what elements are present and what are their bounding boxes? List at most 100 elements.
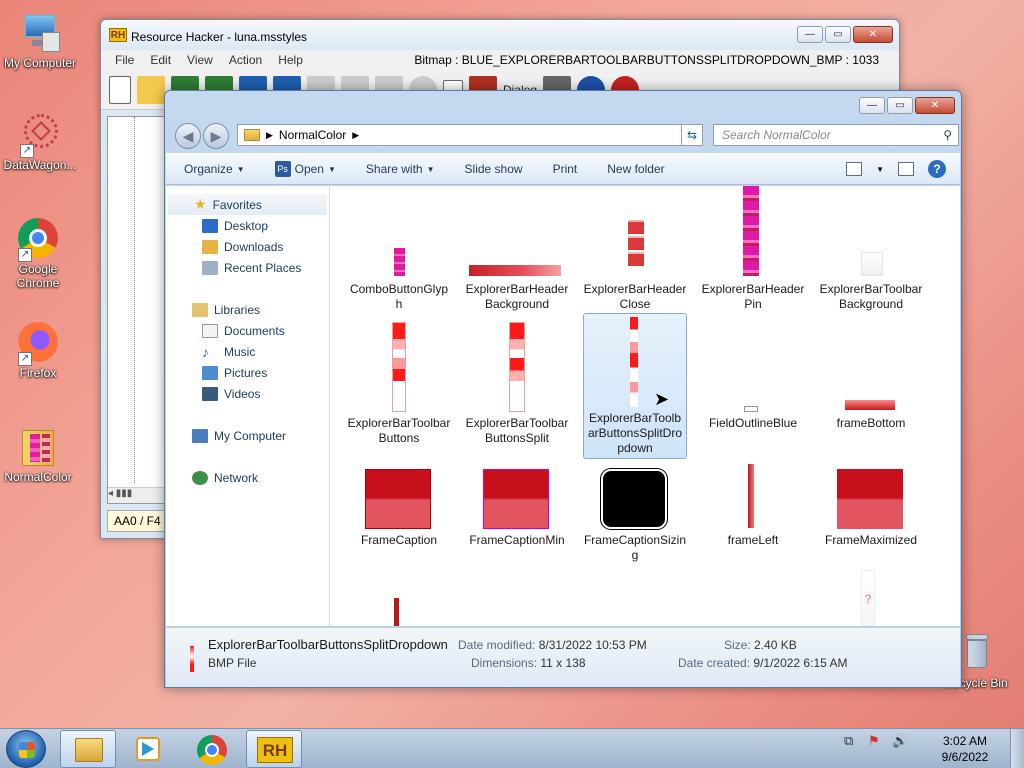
show-desktop-button[interactable] bbox=[1010, 729, 1024, 768]
change-view-icon[interactable] bbox=[846, 162, 863, 176]
bitmap-thumbnail bbox=[483, 469, 549, 529]
menu-file[interactable]: File bbox=[107, 53, 142, 67]
desktop-icon-firefox[interactable]: ↗ Firefox bbox=[0, 320, 78, 380]
file-item[interactable]: ExplorerBarToolbarBackground bbox=[819, 244, 923, 319]
maximize-icon[interactable]: ▭ bbox=[887, 97, 913, 114]
details-pane: ExplorerBarToolbarButtonsSplitDropdown B… bbox=[166, 627, 960, 687]
network-icon[interactable]: ⧉ bbox=[844, 733, 860, 749]
desktop-icon-datawagon[interactable]: ↗ DataWagon... bbox=[0, 112, 80, 172]
nav-documents[interactable]: Documents bbox=[166, 320, 329, 341]
details-size: Size: 2.40 KB bbox=[724, 638, 797, 652]
taskbar-chrome[interactable] bbox=[184, 730, 240, 768]
nav-downloads[interactable]: Downloads bbox=[166, 236, 329, 257]
close-icon[interactable]: ✕ bbox=[915, 97, 955, 114]
file-item[interactable]: FrameCaptionSizing bbox=[583, 466, 687, 566]
menu-edit[interactable]: Edit bbox=[142, 53, 179, 67]
nav-videos[interactable]: Videos bbox=[166, 383, 329, 404]
videos-icon bbox=[202, 386, 218, 401]
breadcrumb-arrow-icon[interactable]: ▶ bbox=[266, 130, 273, 141]
menu-help[interactable]: Help bbox=[270, 53, 311, 67]
back-button[interactable]: ◀ bbox=[175, 123, 201, 149]
taskbar-resource-hacker[interactable]: RH bbox=[246, 730, 302, 768]
print-button[interactable]: Print bbox=[553, 162, 578, 176]
datawagon-icon: ↗ bbox=[18, 112, 62, 158]
open-folder-icon[interactable] bbox=[137, 75, 165, 104]
bitmap-thumbnail bbox=[394, 248, 405, 276]
menu-view[interactable]: View bbox=[179, 53, 221, 67]
file-item[interactable]: FrameCaptionMin bbox=[465, 466, 569, 566]
file-item[interactable]: frameBottom bbox=[819, 322, 923, 454]
action-center-flag-icon[interactable]: ⚑ bbox=[868, 733, 884, 749]
shortcut-arrow-icon: ↗ bbox=[20, 144, 34, 158]
navigation-pane[interactable]: ★ Favorites Desktop Downloads Recent Plac… bbox=[166, 186, 330, 626]
clock[interactable]: 3:02 AM 9/6/2022 bbox=[930, 733, 1000, 765]
rh-window-title: Resource Hacker - luna.msstyles bbox=[131, 30, 308, 44]
file-item[interactable]: ExplorerBarHeaderClose bbox=[583, 220, 687, 319]
close-icon[interactable]: ✕ bbox=[853, 26, 893, 43]
nav-favorites[interactable]: ★ Favorites bbox=[168, 194, 327, 215]
rh-titlebar[interactable]: RH Resource Hacker - luna.msstyles — ▭ ✕ bbox=[101, 20, 899, 50]
libraries-icon bbox=[192, 302, 208, 317]
start-button[interactable] bbox=[6, 730, 46, 768]
desktop-icon-my-computer[interactable]: My Computer bbox=[0, 10, 80, 70]
menu-action[interactable]: Action bbox=[221, 53, 270, 67]
desktop-icon-normalcolor[interactable]: NormalColor bbox=[0, 424, 78, 484]
taskbar-media-player[interactable] bbox=[120, 730, 176, 768]
open-button[interactable]: Ps Open ▼ bbox=[274, 161, 336, 177]
bitmap-thumbnail bbox=[365, 469, 431, 529]
rh-resource-tree[interactable]: ◂ ▮▮▮ bbox=[107, 116, 167, 504]
file-item[interactable]: frameLeft bbox=[701, 464, 805, 566]
rh-status-bar: AA0 / F4 bbox=[107, 510, 167, 532]
nav-network[interactable]: Network bbox=[166, 467, 329, 488]
dropdown-arrow-icon: ▼ bbox=[236, 164, 245, 174]
refresh-button[interactable]: ⇆ bbox=[681, 124, 703, 146]
file-item[interactable]: ExplorerBarHeaderBackground bbox=[465, 244, 569, 319]
bitmap-thumbnail bbox=[861, 252, 883, 276]
file-item[interactable]: FrameCaption bbox=[347, 466, 451, 566]
file-item[interactable]: ExplorerBarToolbarButtons bbox=[347, 322, 451, 454]
details-file-type: BMP File bbox=[208, 656, 257, 670]
slide-show-button[interactable]: Slide show bbox=[465, 162, 523, 176]
file-item[interactable]: ComboButtonGlyph bbox=[347, 244, 451, 319]
file-item[interactable]: FrameMaximized bbox=[819, 466, 923, 566]
maximize-icon[interactable]: ▭ bbox=[825, 26, 851, 43]
details-dimensions: Dimensions: 11 x 138 bbox=[471, 656, 586, 670]
file-item[interactable]: ExplorerBarHeaderPin bbox=[701, 186, 805, 319]
address-bar[interactable]: ▶ NormalColor ▶ ▼ bbox=[237, 124, 703, 146]
share-with-button[interactable]: Share with ▼ bbox=[366, 162, 435, 176]
explorer-window[interactable]: — ▭ ✕ ◀ ▶ ▶ NormalColor ▶ ▼ ⇆ Search Nor… bbox=[164, 90, 962, 688]
file-item-selected[interactable]: ExplorerBarToolbarButtonsSplitDropdown ➤ bbox=[583, 313, 687, 459]
organize-button[interactable]: Organize ▼ bbox=[184, 162, 245, 176]
volume-icon[interactable]: 🔊 bbox=[892, 733, 908, 749]
nav-music[interactable]: ♪ Music bbox=[166, 341, 329, 362]
downloads-folder-icon bbox=[202, 239, 218, 254]
nav-desktop[interactable]: Desktop bbox=[166, 215, 329, 236]
breadcrumb-arrow-icon[interactable]: ▶ bbox=[352, 130, 359, 141]
nav-pictures[interactable]: Pictures bbox=[166, 362, 329, 383]
system-tray: ⧉ ⚑ 🔊 bbox=[844, 733, 908, 749]
help-icon[interactable]: ? bbox=[928, 160, 946, 178]
forward-button[interactable]: ▶ bbox=[203, 123, 229, 149]
taskbar-explorer[interactable] bbox=[60, 730, 116, 768]
new-file-icon[interactable] bbox=[109, 75, 131, 104]
file-item[interactable]: ExplorerBarToolbarButtonsSplit bbox=[465, 322, 569, 454]
minimize-icon[interactable]: — bbox=[859, 97, 885, 114]
nav-libraries[interactable]: Libraries bbox=[166, 299, 329, 320]
view-dropdown-icon[interactable]: ▼ bbox=[876, 165, 884, 174]
search-icon[interactable]: ⚲ bbox=[943, 125, 952, 145]
preview-pane-icon[interactable] bbox=[898, 162, 914, 176]
explorer-titlebar[interactable]: — ▭ ✕ bbox=[165, 91, 961, 121]
search-input[interactable]: Search NormalColor ⚲ bbox=[713, 124, 959, 146]
minimize-icon[interactable]: — bbox=[797, 26, 823, 43]
breadcrumb-normalcolor[interactable]: NormalColor bbox=[279, 128, 346, 142]
desktop-icon-google-chrome[interactable]: ↗ Google Chrome bbox=[0, 216, 78, 290]
clock-date: 9/6/2022 bbox=[941, 750, 989, 764]
file-list[interactable]: ComboButtonGlyph ExplorerBarHeaderBackgr… bbox=[331, 186, 944, 626]
file-item[interactable]: FieldOutlineBlue bbox=[701, 322, 805, 454]
nav-recent-places[interactable]: Recent Places bbox=[166, 257, 329, 278]
nav-my-computer[interactable]: My Computer bbox=[166, 425, 329, 446]
bitmap-resource-label: Bitmap : BLUE_EXPLORERBARTOOLBARBUTTONSS… bbox=[414, 53, 879, 67]
new-folder-button[interactable]: New folder bbox=[607, 162, 664, 176]
clock-time: 3:02 AM bbox=[942, 734, 988, 748]
horizontal-scrollbar[interactable]: ◂ ▮▮▮ bbox=[108, 487, 166, 503]
